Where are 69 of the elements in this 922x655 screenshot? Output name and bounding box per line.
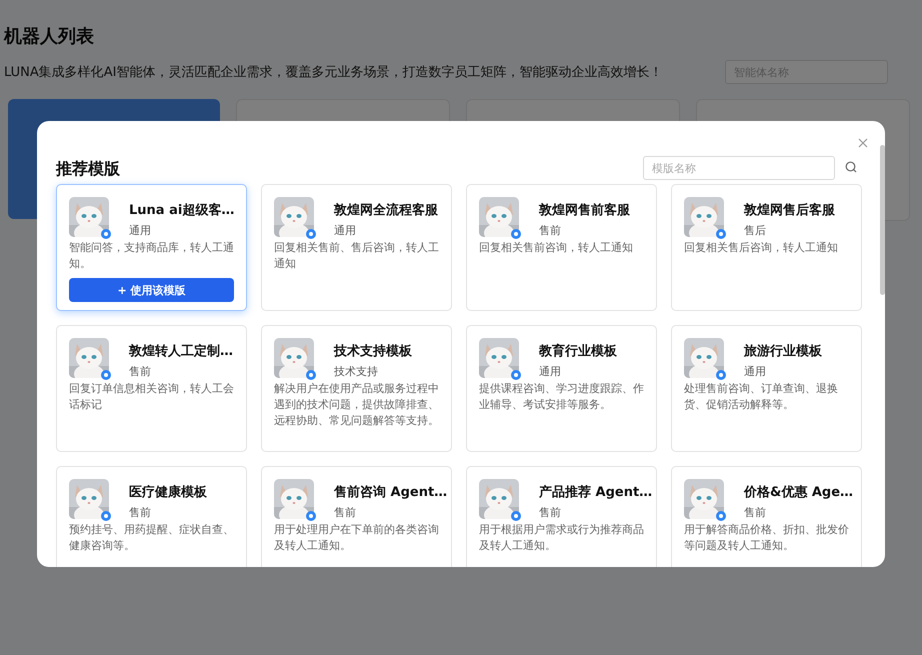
template-name: 教育行业模板 — [539, 342, 617, 360]
template-name: 敦煌网全流程客服 — [334, 202, 438, 219]
template-tag: 技术支持 — [334, 364, 412, 379]
template-card[interactable]: 敦煌网售后客服 售后 回复相关售后咨询，转人工通知 — [671, 184, 862, 311]
search-button[interactable] — [845, 161, 859, 175]
close-icon — [858, 138, 868, 148]
template-description: 回复相关售前咨询，转人工通知 — [479, 240, 634, 256]
template-tag: 通用 — [334, 223, 438, 238]
template-description: 回复订单信息相关咨询，转人工会话标记 — [69, 381, 234, 413]
template-search-field[interactable]: 模版名称 — [643, 156, 835, 180]
template-card[interactable]: 教育行业模板 通用 提供课程咨询、学习进度跟踪、作业辅导、考试安排等服务。 — [466, 325, 657, 452]
template-tag: 售前 — [129, 505, 207, 520]
template-card[interactable]: 医疗健康模板 售前 预约挂号、用药提醒、症状自查、健康咨询等。 — [56, 466, 247, 567]
template-card[interactable]: 敦煌转人工定制… 售前 回复订单信息相关咨询，转人工会话标记 — [56, 325, 247, 452]
ai-badge-icon — [511, 370, 521, 380]
template-name: 产品推荐 Agent… — [539, 484, 652, 501]
template-description: 用于解答商品价格、折扣、批发价等问题及转人工通知。 — [684, 522, 849, 554]
template-card[interactable]: 售前咨询 Agent… 售前 用于处理用户在下单前的各类咨询及转人工通知。 — [261, 466, 452, 567]
template-name: 医疗健康模板 — [129, 484, 207, 501]
template-tag: 通用 — [539, 364, 617, 379]
template-name: 旅游行业模板 — [744, 343, 822, 360]
ai-badge-icon — [716, 370, 726, 380]
template-name: 敦煌网售后客服 — [744, 202, 835, 219]
template-description: 预约挂号、用药提醒、症状自查、健康咨询等。 — [69, 522, 234, 554]
scrollbar[interactable] — [880, 145, 885, 295]
template-name: 技术支持模板 — [334, 343, 412, 360]
template-name: Luna ai超级客… — [129, 202, 234, 219]
template-description: 用于根据用户需求或行为推荐商品及转人工通知。 — [479, 522, 644, 554]
template-card[interactable]: 价格&优惠 Age… 售前 用于解答商品价格、折扣、批发价等问题及转人工通知。 — [671, 466, 862, 567]
ai-badge-icon — [716, 511, 726, 521]
template-card[interactable]: 敦煌网全流程客服 通用 回复相关售前、售后咨询，转人工通知 — [261, 184, 452, 311]
template-description: 智能问答，支持商品库，转人工通知。 — [69, 240, 234, 272]
template-card[interactable]: Luna ai超级客… 通用 智能问答，支持商品库，转人工通知。 + 使用该模版 — [56, 184, 247, 311]
ai-badge-icon — [306, 511, 316, 521]
ai-badge-icon — [101, 370, 111, 380]
ai-badge-icon — [101, 511, 111, 521]
template-tag: 售前 — [744, 505, 854, 520]
template-description: 用于处理用户在下单前的各类咨询及转人工通知。 — [274, 522, 439, 554]
template-tag: 通用 — [129, 223, 234, 238]
template-card[interactable]: 敦煌网售前客服 售前 回复相关售前咨询，转人工通知 — [466, 184, 657, 311]
template-description: 解决用户在使用产品或服务过程中遇到的技术问题，提供故障排查、远程协助、常见问题解答等支持。 — [274, 381, 439, 429]
template-tag: 售后 — [744, 223, 835, 238]
template-name: 售前咨询 Agent… — [334, 484, 448, 501]
search-icon — [845, 161, 857, 173]
template-tag: 售前 — [334, 505, 448, 520]
template-card[interactable]: 产品推荐 Agent… 售前 用于根据用户需求或行为推荐商品及转人工通知。 — [466, 466, 657, 567]
template-tag: 售前 — [129, 364, 233, 379]
ai-badge-icon — [101, 229, 111, 239]
template-card[interactable]: 旅游行业模板 通用 处理售前咨询、订单查询、退换货、促销活动解释等。 — [671, 325, 862, 452]
template-card[interactable]: 技术支持模板 技术支持 解决用户在使用产品或服务过程中遇到的技术问题，提供故障排查、远程协助、常见问题解答等支持。 — [261, 325, 452, 452]
ai-badge-icon — [306, 229, 316, 239]
template-description: 处理售前咨询、订单查询、退换货、促销活动解释等。 — [684, 381, 839, 413]
template-description: 提供课程咨询、学习进度跟踪、作业辅导、考试安排等服务。 — [479, 381, 644, 413]
ai-badge-icon — [306, 370, 316, 380]
template-name: 价格&优惠 Age… — [744, 484, 854, 501]
page-title: 机器人列表 — [4, 25, 95, 48]
template-name: 敦煌网售前客服 — [539, 202, 630, 219]
template-tag: 通用 — [744, 364, 822, 379]
template-description: 回复相关售前、售后咨询，转人工通知 — [274, 240, 439, 272]
template-description: 回复相关售后咨询，转人工通知 — [684, 240, 839, 256]
ai-badge-icon — [511, 511, 521, 521]
use-template-button[interactable]: + 使用该模版 — [69, 278, 234, 302]
page-description: LUNA集成多样化AI智能体，灵活匹配企业需求，覆盖多元业务场景，打造数字员工矩阵，智能驱动企业高效增长！ — [4, 64, 662, 81]
ai-badge-icon — [716, 229, 726, 239]
ai-badge-icon — [511, 229, 521, 239]
dialog-title: 推荐模版 — [56, 159, 120, 180]
template-tag: 售前 — [539, 223, 630, 238]
template-tag: 售前 — [539, 505, 652, 520]
template-name: 敦煌转人工定制… — [129, 342, 233, 360]
